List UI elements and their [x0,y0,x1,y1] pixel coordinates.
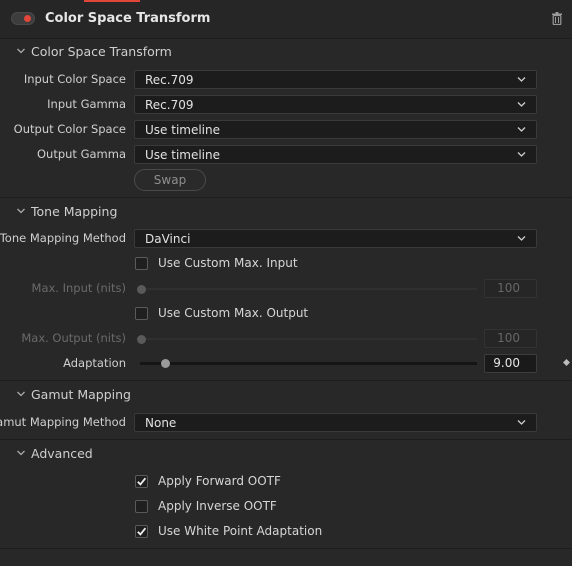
keyframe-diamond-icon[interactable] [563,359,570,366]
max-output-label: Max. Output (nits) [21,331,126,345]
gamut-mapping-method-dropdown[interactable]: None [134,413,537,432]
input-color-space-label: Input Color Space [23,72,126,86]
dropdown-value: Rec.709 [145,98,194,112]
output-gamma-dropdown[interactable]: Use timeline [134,145,537,164]
white-point-adaptation-checkbox[interactable] [135,525,148,538]
max-input-label: Max. Input (nits) [31,281,126,295]
custom-max-input-label: Use Custom Max. Input [158,256,298,270]
caret-down-icon [517,77,526,82]
active-tab-indicator [84,0,140,2]
section-divider [0,548,572,549]
section-divider [0,197,572,198]
adaptation-slider-handle[interactable] [161,359,170,368]
max-output-field: 100 [484,329,537,348]
dropdown-value: Rec.709 [145,73,194,87]
section-divider [0,380,572,381]
section-divider [0,439,572,440]
section-label: Gamut Mapping [31,386,131,402]
caret-down-icon [517,236,526,241]
max-output-slider [140,338,477,340]
dropdown-value: Use timeline [145,148,220,162]
caret-down-icon [517,102,526,107]
custom-max-output-label: Use Custom Max. Output [158,306,309,320]
max-input-field: 100 [484,279,537,298]
max-input-slider [140,288,477,290]
output-color-space-label: Output Color Space [13,122,126,136]
tone-mapping-method-label: Tone Mapping Method [0,231,126,245]
apply-inverse-ootf-label: Apply Inverse OOTF [158,499,277,513]
output-color-space-dropdown[interactable]: Use timeline [134,120,537,139]
chevron-down-icon [17,450,25,456]
chevron-down-icon [17,48,25,54]
caret-down-icon [517,420,526,425]
adaptation-field[interactable]: 9.00 [484,354,537,373]
section-advanced-header[interactable]: Advanced [16,444,93,462]
enable-toggle[interactable] [11,12,35,25]
output-gamma-label: Output Gamma [36,147,126,161]
dropdown-value: DaVinci [145,232,191,246]
caret-down-icon [517,127,526,132]
section-cst-header[interactable]: Color Space Transform [16,42,172,60]
max-output-slider-handle [137,335,146,344]
section-tone-header[interactable]: Tone Mapping [16,202,117,220]
white-point-adaptation-label: Use White Point Adaptation [158,524,323,538]
section-label: Color Space Transform [31,43,172,59]
input-gamma-label: Input Gamma [47,97,126,111]
section-label: Tone Mapping [31,203,118,219]
panel-title: Color Space Transform [45,11,211,26]
apply-inverse-ootf-checkbox[interactable] [135,500,148,513]
chevron-down-icon [17,208,25,214]
chevron-down-icon [17,391,25,397]
caret-down-icon [517,152,526,157]
section-label: Advanced [31,445,93,461]
apply-forward-ootf-label: Apply Forward OOTF [158,474,281,488]
section-gamut-header[interactable]: Gamut Mapping [16,385,131,403]
custom-max-output-checkbox[interactable] [135,307,148,320]
adaptation-slider[interactable] [140,362,477,365]
trash-icon[interactable] [552,12,562,25]
input-color-space-dropdown[interactable]: Rec.709 [134,70,537,89]
gamut-mapping-method-label: Gamut Mapping Method [0,415,126,429]
max-input-slider-handle [137,285,146,294]
header-divider [0,38,572,39]
checkmark-icon [137,477,147,486]
apply-forward-ootf-checkbox[interactable] [135,475,148,488]
swap-button[interactable]: Swap [134,169,206,191]
tone-mapping-method-dropdown[interactable]: DaVinci [134,229,537,248]
input-gamma-dropdown[interactable]: Rec.709 [134,95,537,114]
adaptation-label: Adaptation [63,356,126,370]
custom-max-input-checkbox[interactable] [135,257,148,270]
dropdown-value: Use timeline [145,123,220,137]
checkmark-icon [137,527,147,536]
dropdown-value: None [145,416,177,430]
